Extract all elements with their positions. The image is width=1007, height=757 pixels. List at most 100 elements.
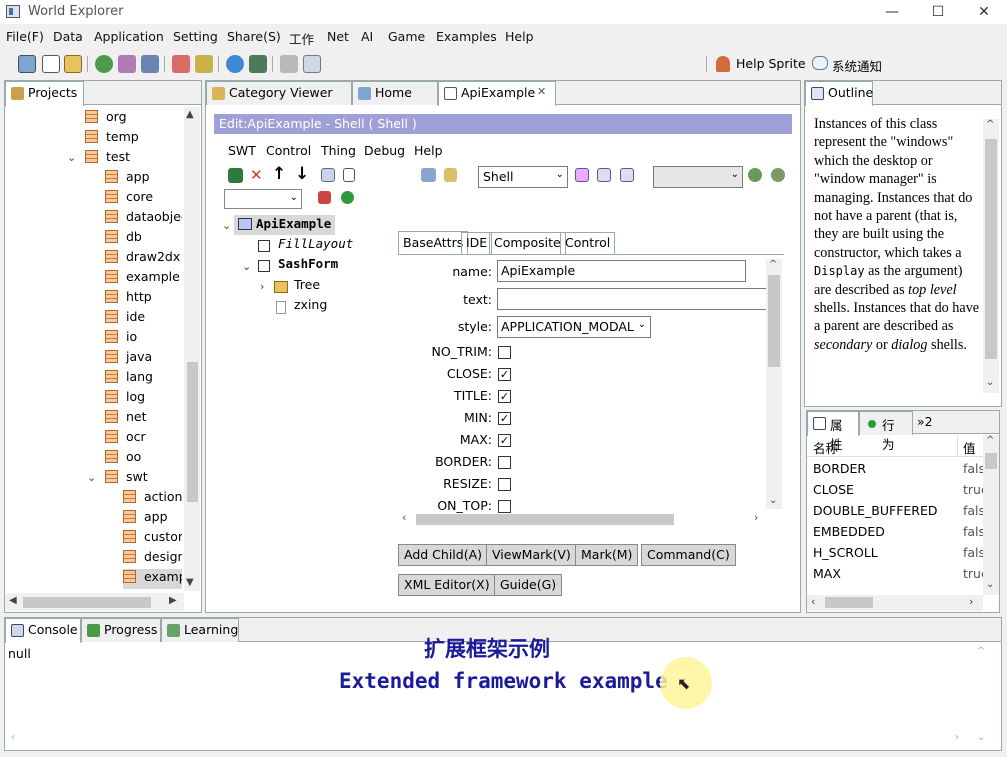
attr-scroll-up-icon[interactable]: ^ xyxy=(769,259,777,270)
attr-scroll-right-icon[interactable]: › xyxy=(754,511,758,524)
scroll-left-icon[interactable]: ◀ xyxy=(9,595,17,606)
scroll-down-icon[interactable]: ▼ xyxy=(186,577,194,588)
props-scroll-down-icon[interactable]: ⌄ xyxy=(986,579,994,590)
project-tree-item[interactable]: app xyxy=(123,509,168,529)
props-scrollbar-h[interactable]: ‹ › xyxy=(807,595,983,611)
projects-hscroll-thumb[interactable] xyxy=(23,597,151,608)
project-tree-item[interactable]: ide xyxy=(105,309,145,329)
name-field[interactable]: ApiExample xyxy=(497,260,746,282)
mark-button[interactable]: Mark(M) xyxy=(575,544,639,566)
notify-link[interactable]: 系统通知 xyxy=(832,56,882,75)
project-tree-item[interactable]: ocr xyxy=(105,429,146,449)
tab-ide[interactable]: IDE xyxy=(461,232,493,254)
console-scroll-up-icon[interactable]: ^ xyxy=(977,646,985,657)
secondary-combo[interactable]: ⌄ xyxy=(653,166,743,188)
note-icon[interactable] xyxy=(444,168,457,182)
clear-icon[interactable] xyxy=(620,168,634,182)
refresh-icon[interactable] xyxy=(575,168,589,182)
attr-hscroll-thumb[interactable] xyxy=(416,514,674,525)
path-combo[interactable]: ⌄ xyxy=(224,189,302,209)
chart-icon[interactable] xyxy=(118,55,136,73)
tree-node-filllayout[interactable]: FillLayout xyxy=(256,236,353,256)
project-tree-item[interactable]: dataobjec xyxy=(105,209,182,229)
delete-icon[interactable]: ✕ xyxy=(250,166,263,184)
project-tree-item[interactable]: temp xyxy=(85,129,139,149)
tree-node-zxing[interactable]: zxing xyxy=(272,297,327,317)
help-sprite-link[interactable]: Help Sprite xyxy=(736,56,806,71)
plugin-icon[interactable] xyxy=(771,168,785,182)
maximize-button[interactable]: ☐ xyxy=(915,0,961,24)
shell-combo[interactable]: Shell ⌄ xyxy=(478,166,568,188)
property-row[interactable]: DOUBLE_BUFFERED fals xyxy=(807,501,983,522)
project-tree-item[interactable]: org xyxy=(85,109,127,129)
project-tree-item[interactable]: lang xyxy=(105,369,153,389)
tab-attributes[interactable]: 属性 xyxy=(807,411,859,452)
style-flag-checkbox[interactable]: ✓ xyxy=(498,434,511,447)
tab-more[interactable]: »2 xyxy=(913,411,953,435)
outline-scroll-up-icon[interactable]: ^ xyxy=(986,119,994,130)
editor-menu-debug[interactable]: Debug xyxy=(364,143,405,158)
property-row[interactable]: BORDER fals xyxy=(807,459,983,480)
close-button[interactable]: ✕ xyxy=(961,0,1007,24)
style-select[interactable]: APPLICATION_MODAL ⌄ xyxy=(497,316,651,338)
minimize-button[interactable]: — xyxy=(869,0,915,24)
projects-scroll-thumb[interactable] xyxy=(187,362,198,502)
editor-menu-swt[interactable]: SWT xyxy=(228,143,256,158)
tree-node-sashform[interactable]: SashForm xyxy=(256,256,338,276)
menu-application[interactable]: Application xyxy=(94,29,164,44)
project-tree-item[interactable]: http xyxy=(105,289,152,309)
home-icon[interactable] xyxy=(18,55,36,73)
new-file-icon[interactable] xyxy=(42,55,60,73)
project-tree-item[interactable]: net xyxy=(105,409,147,429)
tree-node-tree[interactable]: Tree xyxy=(272,277,320,297)
outline-scroll-down-icon[interactable]: ⌄ xyxy=(986,377,994,388)
attr-scrollbar-v[interactable]: ^ ⌄ xyxy=(766,259,782,509)
guide-button[interactable]: Guide(G) xyxy=(494,574,563,596)
project-tree-item[interactable]: draw2dx xyxy=(105,249,180,269)
move-up-icon[interactable]: ↑ xyxy=(272,164,286,184)
menu-share[interactable]: Share(S) xyxy=(227,29,281,44)
tab-behavior[interactable]: 行为 xyxy=(859,411,913,452)
project-tree-item[interactable]: app xyxy=(105,169,150,189)
tools-icon[interactable] xyxy=(195,55,213,73)
props-hscroll-thumb[interactable] xyxy=(825,597,873,608)
project-tree-item[interactable]: oo xyxy=(105,449,141,469)
attr-scroll-left-icon[interactable]: ‹ xyxy=(402,511,406,524)
projects-scrollbar-v[interactable]: ▲ ▼ xyxy=(184,107,200,591)
project-tree-item[interactable]: actions xyxy=(123,489,182,509)
plugin-add-icon[interactable] xyxy=(748,168,762,182)
projects-scrollbar-h[interactable]: ◀ ▶ xyxy=(5,593,184,611)
menu-file[interactable]: File(F) xyxy=(6,29,44,44)
style-flag-checkbox[interactable]: ✓ xyxy=(498,412,511,425)
globe-icon[interactable] xyxy=(95,55,113,73)
style-flag-checkbox[interactable]: ✓ xyxy=(498,368,511,381)
console-scroll-down-icon[interactable]: ⌄ xyxy=(977,732,985,743)
expand-icon[interactable]: ⌄ xyxy=(222,219,231,232)
expand-icon[interactable]: ⌄ xyxy=(67,151,76,164)
tab-composite[interactable]: Composite xyxy=(489,232,566,254)
viewmark-button[interactable]: ViewMark(V) xyxy=(486,544,577,566)
console-scroll-right-icon[interactable]: › xyxy=(955,732,959,743)
expand-icon-2[interactable]: ⌄ xyxy=(242,260,251,273)
tab-home[interactable]: Home xyxy=(352,81,438,105)
tab-outline[interactable]: Outline xyxy=(805,81,873,106)
tab-learning[interactable]: Learning xyxy=(161,618,239,642)
tab-apiexample[interactable]: ApiExample ✕ xyxy=(438,81,556,106)
menu-help[interactable]: Help xyxy=(505,29,534,44)
project-tree-item[interactable]: test xyxy=(85,149,130,169)
attr-scroll-down-icon[interactable]: ⌄ xyxy=(769,495,777,506)
tab-control[interactable]: Control xyxy=(560,232,616,254)
attr-scrollbar-h[interactable]: ‹ › xyxy=(398,511,766,527)
editor-menu-control[interactable]: Control xyxy=(266,143,311,158)
style-flag-checkbox[interactable] xyxy=(498,346,511,359)
run-config-icon[interactable] xyxy=(318,191,331,204)
project-tree-item[interactable]: custom xyxy=(123,529,182,549)
add-child-button[interactable]: Add Child(A) xyxy=(398,544,489,566)
property-row[interactable]: MAX true xyxy=(807,564,983,585)
menu-work[interactable]: 工作 xyxy=(289,29,314,48)
expand-icon[interactable]: ⌄ xyxy=(87,471,96,484)
tab-baseattrs[interactable]: BaseAttrs xyxy=(398,231,469,254)
command-button[interactable]: Command(C) xyxy=(641,544,736,566)
style-flag-checkbox[interactable] xyxy=(498,478,511,491)
move-down-icon[interactable]: ↓ xyxy=(295,164,309,184)
